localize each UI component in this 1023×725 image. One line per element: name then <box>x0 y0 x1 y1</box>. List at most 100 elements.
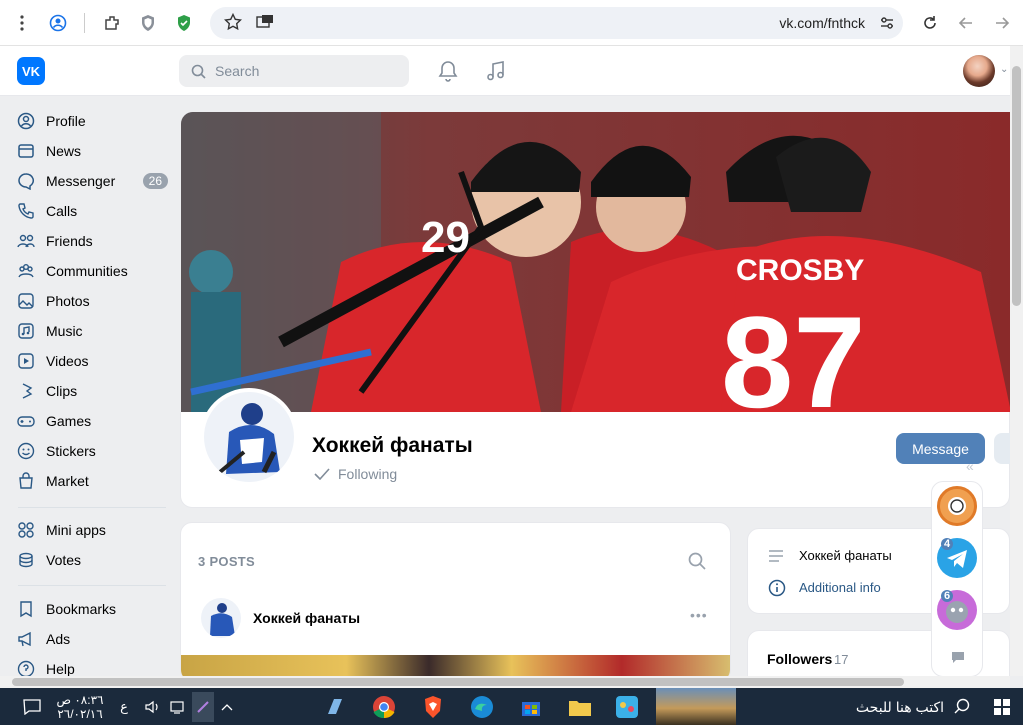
shield-icon[interactable] <box>136 11 160 35</box>
reload-icon[interactable] <box>918 11 942 35</box>
telegram-widget[interactable]: 4 <box>937 538 977 578</box>
sidebar-item-market[interactable]: Market <box>16 466 168 496</box>
green-shield-icon[interactable] <box>172 11 196 35</box>
url-text[interactable]: vk.com/fnthck <box>779 15 865 31</box>
app-badge-widget[interactable] <box>937 486 977 526</box>
taskbar-search-icon <box>954 698 970 717</box>
site-settings-icon[interactable] <box>879 15 895 36</box>
sidebar-item-label: Bookmarks <box>46 601 117 617</box>
additional-info-link[interactable]: Additional info <box>799 580 881 595</box>
sidebar-item-bookmarks[interactable]: Bookmarks <box>16 594 168 624</box>
followers-count: 17 <box>834 652 849 667</box>
sidebar-item-stickers[interactable]: Stickers <box>16 436 168 466</box>
sidebar-item-votes[interactable]: Votes <box>16 545 168 575</box>
photos-icon <box>16 291 36 311</box>
sidebar-item-friends[interactable]: Friends <box>16 226 168 256</box>
phone-icon <box>16 201 36 221</box>
extensions-icon[interactable] <box>100 11 124 35</box>
game-app-icon[interactable] <box>612 692 642 722</box>
lines-icon <box>768 549 784 568</box>
sidebar-item-news[interactable]: News <box>16 136 168 166</box>
news-weather-widget[interactable] <box>656 688 736 725</box>
screen-share-icon[interactable] <box>256 14 274 35</box>
sidebar-item-ads[interactable]: Ads <box>16 624 168 654</box>
market-icon <box>16 471 36 491</box>
profile-card <box>180 412 1010 508</box>
brave-icon[interactable] <box>418 692 448 722</box>
horizontal-scroll-thumb[interactable] <box>12 678 904 686</box>
taskbar-search-placeholder: اكتب هنا للبحث <box>855 698 944 715</box>
store-icon[interactable] <box>516 692 546 722</box>
horizontal-scrollbar[interactable] <box>0 676 1010 688</box>
browser-toolbar: vk.com/fnthck <box>0 0 1023 46</box>
address-bar[interactable]: vk.com/fnthck <box>210 7 903 39</box>
sidebar-item-calls[interactable]: Calls <box>16 196 168 226</box>
chevron-up-icon[interactable] <box>217 692 237 722</box>
sidebar-item-mini-apps[interactable]: Mini apps <box>16 515 168 545</box>
windows-start-icon[interactable] <box>990 692 1014 722</box>
language-indicator[interactable]: ع <box>116 692 132 722</box>
following-status[interactable]: Following <box>314 466 397 482</box>
sidebar-item-label: Clips <box>46 383 78 399</box>
group-avatar[interactable] <box>200 388 298 486</box>
music-note-icon[interactable] <box>485 60 505 87</box>
sidebar-item-clips[interactable]: Clips <box>16 376 168 406</box>
clips-icon <box>16 381 36 401</box>
taskbar-app-icon[interactable] <box>320 692 350 722</box>
sidebar-item-label: Friends <box>46 233 93 249</box>
profile-icon <box>16 111 36 131</box>
edge-icon[interactable] <box>466 692 498 722</box>
sidebar-item-label: News <box>46 143 82 159</box>
menu-dots-icon[interactable] <box>10 11 34 35</box>
search-posts-icon[interactable] <box>688 552 706 575</box>
friends-icon <box>16 231 36 251</box>
volume-icon[interactable] <box>143 692 163 722</box>
post-author-name[interactable]: Хоккей фанаты <box>253 610 360 626</box>
post-author-avatar[interactable] <box>201 598 241 638</box>
collapse-icon[interactable]: « <box>966 458 974 474</box>
sidebar-item-videos[interactable]: Videos <box>16 346 168 376</box>
vertical-scrollbar[interactable] <box>1010 46 1023 676</box>
avatar[interactable] <box>963 55 995 87</box>
back-icon[interactable] <box>954 11 978 35</box>
more-actions-button[interactable] <box>994 433 1010 464</box>
sidebar-item-communities[interactable]: Communities <box>16 256 168 286</box>
sidebar-item-music[interactable]: Music <box>16 316 168 346</box>
search-input[interactable]: Search <box>179 55 409 87</box>
chrome-icon[interactable] <box>368 692 400 722</box>
sidebar-item-messenger[interactable]: Messenger 26 <box>16 166 168 196</box>
sidebar-item-help[interactable]: Help <box>16 654 168 676</box>
bell-icon[interactable] <box>438 60 458 87</box>
chat-bubble-icon[interactable] <box>951 650 965 668</box>
help-icon <box>16 659 36 676</box>
sidebar-item-label: Ads <box>46 631 71 647</box>
notification-icon[interactable] <box>18 692 46 722</box>
vk-logo[interactable]: VK <box>17 57 45 85</box>
post-more-icon[interactable]: ••• <box>690 607 708 623</box>
sidebar-item-photos[interactable]: Photos <box>16 286 168 316</box>
clock[interactable]: ٠٨:٣٦ ص ٢٦/٠٢/١٦ <box>54 692 106 722</box>
game-widget[interactable]: 6 <box>937 590 977 630</box>
chevron-down-icon[interactable]: ⌄ <box>1000 64 1008 75</box>
star-icon[interactable] <box>223 12 243 36</box>
sidebar-item-games[interactable]: Games <box>16 406 168 436</box>
sidebar-item-label: Market <box>46 473 89 489</box>
jersey-name: CROSBY <box>736 254 864 287</box>
sidebar-item-label: Calls <box>46 203 78 219</box>
news-icon <box>16 141 36 161</box>
pen-tray-icon[interactable] <box>192 692 214 722</box>
forward-icon[interactable] <box>990 11 1014 35</box>
sidebar-item-label: Music <box>46 323 83 339</box>
clock-time: ٠٨:٣٦ ص <box>56 693 104 707</box>
account-icon[interactable] <box>46 11 70 35</box>
vertical-scroll-thumb[interactable] <box>1012 66 1021 306</box>
sidebar: Profile News Messenger 26 Calls Friends Commun… <box>0 96 180 676</box>
sidebar-item-profile[interactable]: Profile <box>16 106 168 136</box>
taskbar-search[interactable]: اكتب هنا للبحث <box>760 692 970 722</box>
network-icon[interactable] <box>168 692 190 722</box>
info-name: Хоккей фанаты <box>799 548 892 563</box>
folder-icon[interactable] <box>564 692 596 722</box>
followers-label[interactable]: Followers <box>767 651 832 667</box>
sidebar-divider <box>18 585 166 586</box>
search-placeholder: Search <box>215 63 260 79</box>
